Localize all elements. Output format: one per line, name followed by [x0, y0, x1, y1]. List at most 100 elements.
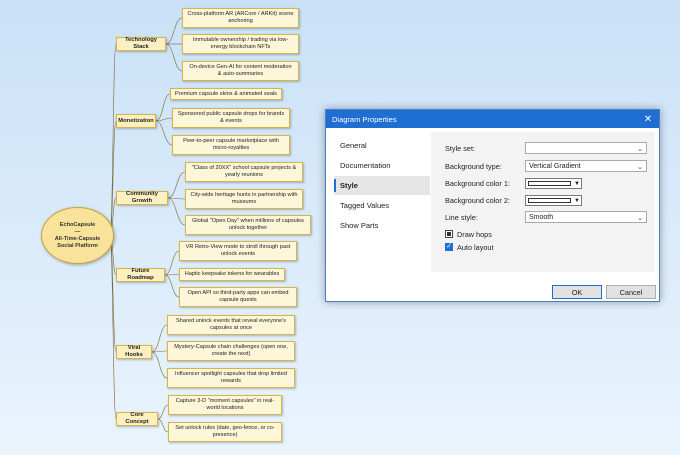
topic-label: Haptic keepsake tokens for wearables [184, 271, 280, 277]
topic-unlock-rules[interactable]: Set unlock rules (date, geo-fence, or co… [168, 422, 282, 442]
topic-label: Peer-to-peer capsule marketplace with mi… [183, 138, 279, 151]
topic-open-day[interactable]: Global "Open Day" when millions of capsu… [185, 215, 311, 235]
topic-label: Capture 3-D "moment capsules" in real-wo… [175, 398, 275, 411]
bg-color1-label: Background color 1: [445, 178, 510, 188]
connector-line [165, 43, 183, 72]
category-monetization[interactable]: Monetization [116, 114, 156, 128]
line-style-select[interactable]: Smooth ⌄ [525, 211, 647, 223]
category-viral-hooks[interactable]: Viral Hooks [116, 345, 152, 359]
connector-line [155, 120, 173, 146]
topic-influencer-spotlight[interactable]: Influencer spotlight capsules that drop … [167, 368, 295, 388]
topic-label: City-wide heritage hunts in partnership … [190, 192, 298, 205]
category-technology-stack[interactable]: Technology Stack [116, 37, 166, 51]
nav-general[interactable]: General [334, 136, 430, 155]
topic-label: "Class of 20XX" school capsule projects … [191, 165, 297, 178]
chevron-down-icon: ⌄ [637, 164, 643, 171]
auto-layout-label: Auto layout [457, 242, 494, 252]
dropdown-arrow-icon: ▼ [574, 180, 580, 187]
topic-label: VR Retro-View mode to stroll through pas… [185, 244, 291, 257]
connector-line [165, 17, 183, 45]
root-subtitle-1: All-Time-Capsule [54, 235, 101, 242]
category-label: Community Growth [126, 191, 158, 204]
category-label: Future Roadmap [127, 268, 154, 281]
dialog-title: Diagram Properties [332, 114, 397, 124]
category-community-growth[interactable]: Community Growth [116, 191, 168, 205]
topic-blockchain-nfts[interactable]: Immutable ownership / trading via low-en… [182, 34, 299, 54]
topic-open-api[interactable]: Open API so third-party apps can embed c… [179, 287, 297, 307]
connector-line [164, 274, 180, 276]
dialog-nav: General Documentation Style Tagged Value… [334, 136, 430, 236]
topic-label: Set unlock rules (date, geo-fence, or co… [175, 425, 275, 438]
root-dash: — [74, 228, 81, 235]
checkbox-indeterminate-icon [445, 230, 453, 238]
topic-shared-unlock[interactable]: Shared unlock events that reveal everyon… [167, 315, 295, 335]
draw-hops-label: Draw hops [457, 229, 492, 239]
style-set-row: Style set: [445, 141, 527, 155]
background-type-select[interactable]: Vertical Gradient ⌄ [525, 160, 647, 172]
line-style-value: Smooth [529, 213, 554, 221]
connector-line [164, 250, 180, 276]
topic-vr-retro-view[interactable]: VR Retro-View mode to stroll through pas… [179, 241, 297, 261]
background-type-row: Background type: [445, 159, 527, 173]
bg-color1-row: Background color 1: [445, 176, 527, 190]
nav-show-parts[interactable]: Show Parts [334, 216, 430, 235]
nav-style[interactable]: Style [334, 176, 430, 195]
diagram-properties-dialog: Diagram Properties ✕ General Documentati… [325, 109, 660, 302]
topic-label: Influencer spotlight capsules that drop … [175, 371, 287, 384]
topic-sponsored-drops[interactable]: Sponsored public capsule drops for brand… [172, 108, 290, 128]
draw-hops-checkbox[interactable]: Draw hops [445, 229, 492, 239]
dialog-titlebar[interactable]: Diagram Properties ✕ [326, 110, 659, 128]
topic-label: Open API so third-party apps can embed c… [187, 290, 289, 303]
topic-label: Sponsored public capsule drops for brand… [177, 111, 285, 124]
close-icon[interactable]: ✕ [637, 110, 659, 128]
category-label: Monetization [118, 117, 154, 124]
topic-marketplace[interactable]: Peer-to-peer capsule marketplace with mi… [172, 135, 290, 155]
connector-line [155, 93, 171, 122]
category-future-roadmap[interactable]: Future Roadmap [116, 268, 165, 282]
connector-line [157, 418, 169, 433]
root-title: EchoCapsule [59, 221, 96, 228]
bg-color2-picker[interactable]: ▼ [525, 195, 582, 206]
topic-label: Immutable ownership / trading via low-en… [192, 37, 289, 50]
root-subtitle-2: Social Platform [57, 242, 98, 249]
color-swatch [528, 181, 571, 186]
topic-label: Premium capsule skins & animated seals [175, 90, 277, 97]
topic-label: On-device Gen-AI for content moderation … [189, 64, 292, 77]
topic-gen-ai[interactable]: On-device Gen-AI for content moderation … [182, 61, 299, 81]
background-type-value: Vertical Gradient [529, 162, 581, 170]
ok-button[interactable]: OK [552, 285, 602, 299]
bg-color2-label: Background color 2: [445, 195, 510, 205]
chevron-down-icon: ⌄ [637, 146, 643, 153]
category-label: Core Concept [125, 412, 149, 425]
color-swatch [528, 198, 571, 203]
nav-documentation[interactable]: Documentation [334, 156, 430, 175]
topic-label: Cross-platform AR (ARCore / ARKit) scene… [187, 11, 294, 24]
connector-line [109, 235, 117, 420]
topic-heritage-hunts[interactable]: City-wide heritage hunts in partnership … [185, 189, 303, 209]
category-label: Viral Hooks [125, 345, 143, 358]
background-type-label: Background type: [445, 161, 502, 171]
connector-line [157, 404, 169, 420]
chevron-down-icon: ⌄ [637, 215, 643, 222]
dropdown-arrow-icon: ▼ [574, 197, 580, 204]
nav-tagged-values[interactable]: Tagged Values [334, 196, 430, 215]
root-node[interactable]: EchoCapsule — All-Time-Capsule Social Pl… [41, 207, 114, 264]
topic-label: Global "Open Day" when millions of capsu… [192, 218, 304, 231]
bg-color1-picker[interactable]: ▼ [525, 178, 582, 189]
category-core-concept[interactable]: Core Concept [116, 412, 158, 426]
style-set-label: Style set: [445, 143, 476, 153]
cancel-button[interactable]: Cancel [606, 285, 656, 299]
style-set-select[interactable]: ⌄ [525, 142, 647, 154]
topic-capture-3d[interactable]: Capture 3-D "moment capsules" in real-wo… [168, 395, 282, 415]
connector-line [164, 274, 180, 298]
topic-haptic-tokens[interactable]: Haptic keepsake tokens for wearables [179, 268, 285, 281]
checkmark-icon: ✓ [445, 243, 453, 251]
topic-class-capsules[interactable]: "Class of 20XX" school capsule projects … [185, 162, 303, 182]
connector-line [151, 324, 168, 353]
auto-layout-checkbox[interactable]: ✓ Auto layout [445, 242, 494, 252]
connector-line [151, 351, 168, 379]
topic-ar-anchoring[interactable]: Cross-platform AR (ARCore / ARKit) scene… [182, 8, 299, 28]
topic-mystery-chain[interactable]: Mystery-Capsule chain challenges (open o… [167, 341, 295, 361]
connector-line [109, 43, 117, 236]
topic-premium-skins[interactable]: Premium capsule skins & animated seals [170, 88, 282, 100]
